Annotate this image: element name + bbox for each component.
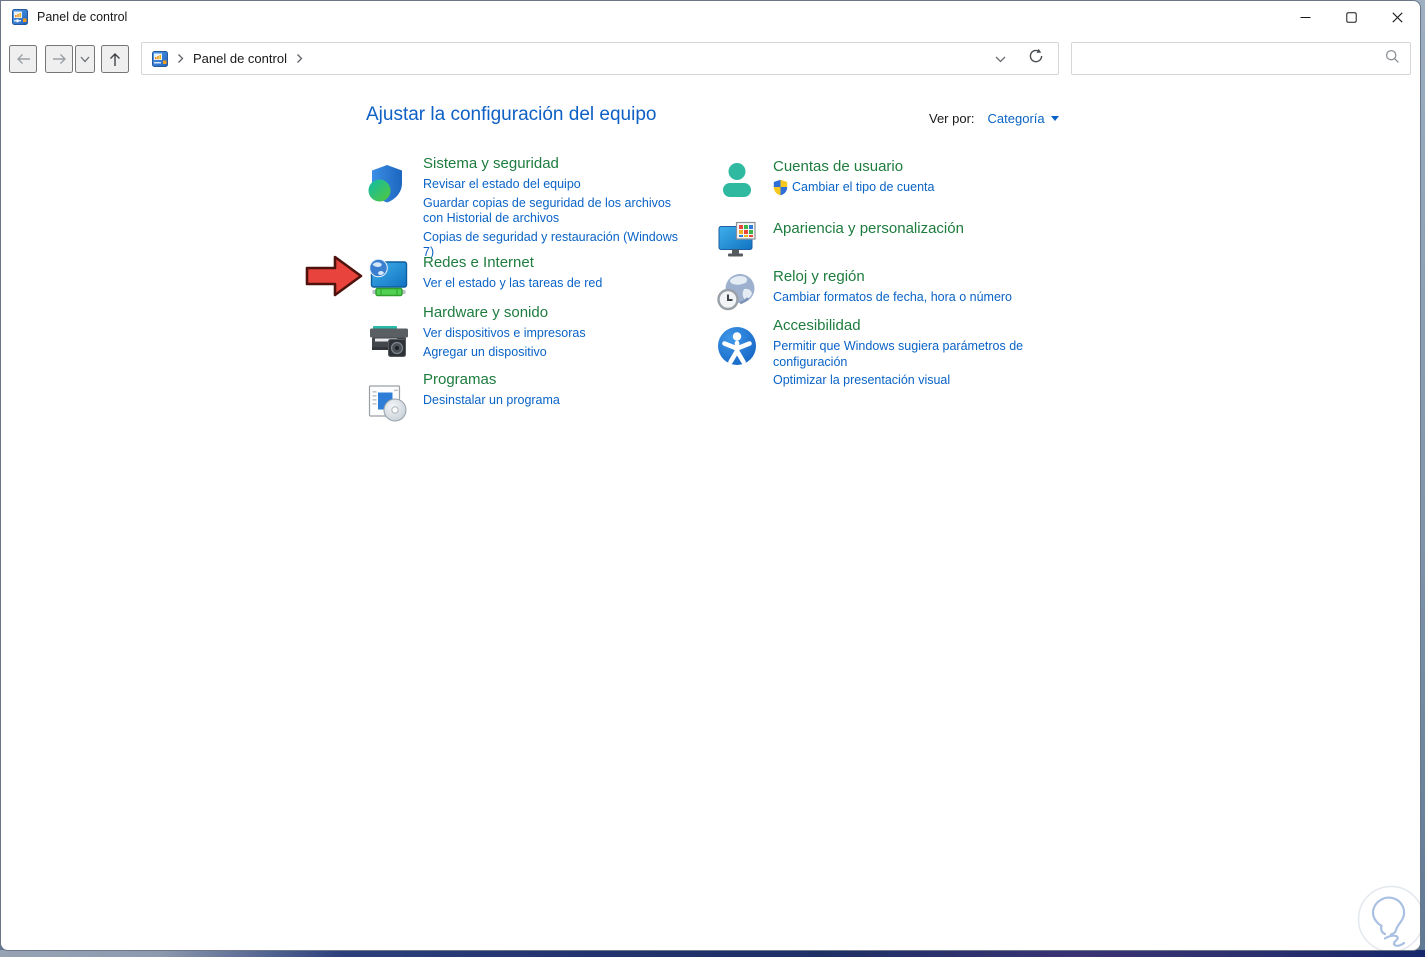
address-bar[interactable]: Panel de control <box>141 42 1059 75</box>
category-accessibility: Accesibilidad Permitir que Windows sugie… <box>715 316 1031 389</box>
link-file-history-backup[interactable]: Guardar copias de seguridad de los archi… <box>423 196 691 227</box>
link-change-account-type[interactable]: Cambiar el tipo de cuenta <box>773 179 1031 196</box>
recent-pages-chevron[interactable] <box>75 45 95 73</box>
link-network-status-tasks[interactable]: Ver el estado y las tareas de red <box>423 276 691 292</box>
network-monitor-icon[interactable] <box>365 255 409 299</box>
title-bar: Panel de control <box>1 1 1420 33</box>
link-windows-suggest-settings[interactable]: Permitir que Windows sugiera parámetros … <box>773 339 1031 370</box>
category-title-programs[interactable]: Programas <box>423 370 496 389</box>
search-icon[interactable] <box>1385 49 1400 69</box>
maximize-button[interactable] <box>1328 1 1374 33</box>
category-title-appearance[interactable]: Apariencia y personalización <box>773 219 964 238</box>
control-panel-window: Panel de control Panel de control Ajusta… <box>0 0 1421 951</box>
window-title: Panel de control <box>37 10 128 24</box>
category-network-internet: Redes e Internet Ver el estado y las tar… <box>365 253 691 299</box>
category-title-user-accounts[interactable]: Cuentas de usuario <box>773 157 903 176</box>
user-icon[interactable] <box>715 159 759 203</box>
breadcrumb-root[interactable]: Panel de control <box>193 51 287 66</box>
close-button[interactable] <box>1374 1 1420 33</box>
category-system-security: Sistema y seguridad Revisar el estado de… <box>365 154 691 261</box>
address-dropdown-chevron[interactable] <box>995 50 1006 68</box>
chevron-down-icon <box>1050 116 1059 121</box>
category-title-network-internet[interactable]: Redes e Internet <box>423 253 534 272</box>
search-input[interactable] <box>1082 51 1385 66</box>
globe-clock-icon[interactable] <box>715 269 759 313</box>
uac-shield-icon <box>773 179 788 196</box>
printer-speaker-icon[interactable] <box>365 317 409 361</box>
link-uninstall-program[interactable]: Desinstalar un programa <box>423 393 691 409</box>
control-panel-icon <box>12 9 28 25</box>
red-arrow-annotation <box>304 253 364 299</box>
search-box[interactable] <box>1071 42 1411 75</box>
refresh-icon[interactable] <box>1028 48 1044 69</box>
accessibility-icon[interactable] <box>715 324 759 368</box>
category-title-hardware-sound[interactable]: Hardware y sonido <box>423 303 548 322</box>
lightbulb-watermark-icon <box>1355 883 1420 950</box>
back-button[interactable] <box>9 45 37 73</box>
appearance-monitor-icon[interactable] <box>715 219 759 263</box>
breadcrumb-separator-icon <box>177 53 184 64</box>
breadcrumb-separator-icon[interactable] <box>296 53 303 64</box>
view-by-control: Ver por: Categoría <box>929 111 1059 126</box>
page-title: Ajustar la configuración del equipo <box>366 104 657 125</box>
category-programs: Programas Desinstalar un programa <box>365 370 691 424</box>
forward-button[interactable] <box>45 45 73 73</box>
link-optimize-visual-display[interactable]: Optimizar la presentación visual <box>773 373 1031 389</box>
view-by-label: Ver por: <box>929 111 975 126</box>
category-user-accounts: Cuentas de usuario Cambiar el tipo de cu… <box>715 157 1031 203</box>
shield-security-icon[interactable] <box>365 162 409 206</box>
breadcrumb-control-panel-icon <box>152 50 168 67</box>
program-disc-icon[interactable] <box>365 380 409 424</box>
window-controls <box>1282 1 1420 33</box>
category-clock-region: Reloj y región Cambiar formatos de fecha… <box>715 267 1031 313</box>
link-add-device[interactable]: Agregar un dispositivo <box>423 345 691 361</box>
category-appearance: Apariencia y personalización <box>715 219 1031 263</box>
link-change-date-time-number-formats[interactable]: Cambiar formatos de fecha, hora o número <box>773 290 1031 306</box>
up-button[interactable] <box>101 45 129 73</box>
view-by-dropdown[interactable]: Categoría <box>988 111 1059 126</box>
minimize-button[interactable] <box>1282 1 1328 33</box>
category-title-system-security[interactable]: Sistema y seguridad <box>423 154 559 173</box>
navigation-toolbar: Panel de control <box>1 41 1420 77</box>
category-hardware-sound: Hardware y sonido Ver dispositivos e imp… <box>365 303 691 361</box>
link-review-computer-status[interactable]: Revisar el estado del equipo <box>423 177 691 193</box>
link-devices-printers[interactable]: Ver dispositivos e impresoras <box>423 326 691 342</box>
category-title-accessibility[interactable]: Accesibilidad <box>773 316 861 335</box>
category-title-clock-region[interactable]: Reloj y región <box>773 267 865 286</box>
desktop-background-strip <box>0 950 1425 957</box>
